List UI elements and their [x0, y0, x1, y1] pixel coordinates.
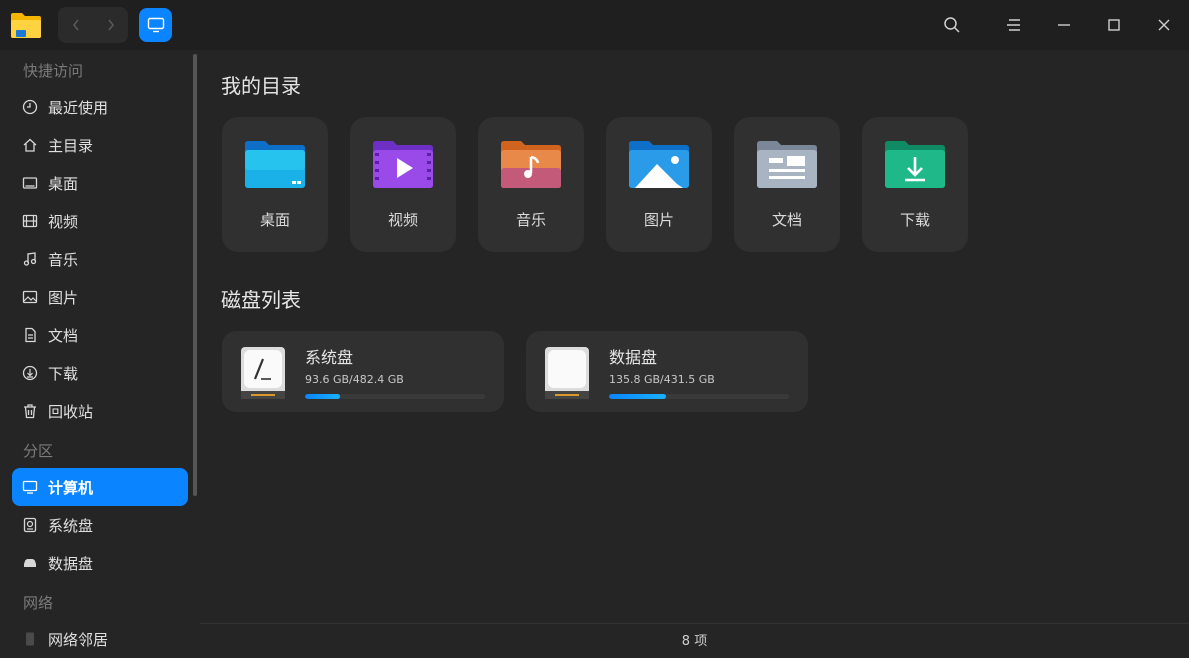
home-icon — [21, 136, 39, 154]
sidebar-item-system-disk[interactable]: 系统盘 — [12, 506, 188, 544]
sidebar-item-network-neighborhood[interactable]: 网络邻居 — [12, 620, 188, 658]
search-button[interactable] — [940, 13, 964, 37]
sidebar-item-pictures[interactable]: 图片 — [12, 278, 188, 316]
dir-tile-documents[interactable]: 文档 — [734, 117, 840, 252]
navigation-buttons — [58, 7, 128, 43]
drive-icon — [21, 554, 39, 572]
back-button[interactable] — [58, 7, 93, 43]
monitor-icon — [147, 17, 164, 33]
sidebar-item-computer[interactable]: 计算机 — [12, 468, 188, 506]
desktop-folder-icon — [245, 141, 305, 188]
data-disk-icon — [545, 347, 589, 399]
documents-folder-icon — [757, 141, 817, 188]
sidebar-item-label: 计算机 — [48, 478, 94, 497]
music-folder-icon — [501, 141, 561, 188]
disk-list-heading: 磁盘列表 — [221, 288, 301, 312]
sidebar-item-recent[interactable]: 最近使用 — [12, 88, 188, 126]
disk-usage-text: 93.6 GB/482.4 GB — [305, 373, 404, 386]
sidebar-item-documents[interactable]: 文档 — [12, 316, 188, 354]
sidebar-item-trash[interactable]: 回收站 — [12, 392, 188, 430]
menu-button[interactable] — [1002, 13, 1026, 37]
clock-icon — [21, 98, 39, 116]
sidebar-item-data-disk[interactable]: 数据盘 — [12, 544, 188, 582]
sidebar-item-label: 下载 — [48, 364, 79, 383]
system-disk-icon — [241, 347, 285, 399]
disk-usage-fill — [305, 394, 340, 399]
network-icon — [21, 630, 39, 648]
dir-tile-music[interactable]: 音乐 — [478, 117, 584, 252]
disk-icon — [21, 516, 39, 534]
chevron-left-icon — [72, 19, 79, 31]
music-icon — [21, 250, 39, 268]
partition-heading: 分区 — [23, 442, 54, 460]
sidebar-scrollbar[interactable] — [193, 54, 197, 496]
dir-tile-label: 文档 — [771, 211, 802, 229]
dir-tile-desktop[interactable]: 桌面 — [222, 117, 328, 252]
dir-tile-downloads[interactable]: 下载 — [862, 117, 968, 252]
network-heading: 网络 — [23, 594, 54, 612]
image-icon — [21, 288, 39, 306]
sidebar-item-label: 系统盘 — [48, 516, 94, 535]
computer-icon — [21, 478, 39, 496]
sidebar-item-label: 音乐 — [48, 250, 79, 269]
my-directories-heading: 我的目录 — [221, 74, 301, 98]
disk-name: 数据盘 — [609, 348, 658, 367]
sidebar-item-desktop[interactable]: 桌面 — [12, 164, 188, 202]
dir-tile-label: 视频 — [387, 211, 418, 229]
sidebar-item-label: 桌面 — [48, 174, 79, 193]
desktop-icon — [21, 174, 39, 192]
file-manager-app-icon — [11, 13, 41, 38]
close-icon — [1158, 19, 1170, 31]
disk-card-system[interactable]: 系统盘 93.6 GB/482.4 GB — [222, 331, 504, 412]
disk-usage-fill — [609, 394, 666, 399]
dir-tile-pictures[interactable]: 图片 — [606, 117, 712, 252]
sidebar-item-label: 图片 — [48, 288, 79, 307]
film-icon — [21, 212, 39, 230]
sidebar-item-label: 视频 — [48, 212, 79, 231]
maximize-button[interactable] — [1102, 13, 1126, 37]
dir-tile-label: 下载 — [899, 211, 930, 229]
title-bar — [0, 0, 1189, 50]
disk-usage-bar — [609, 394, 789, 399]
sidebar-item-home[interactable]: 主目录 — [12, 126, 188, 164]
disk-name: 系统盘 — [305, 348, 354, 367]
disk-usage-bar — [305, 394, 485, 399]
sidebar-item-videos[interactable]: 视频 — [12, 202, 188, 240]
disk-card-data[interactable]: 数据盘 135.8 GB/431.5 GB — [526, 331, 808, 412]
computer-view-button[interactable] — [139, 8, 172, 42]
item-count: 8 项 — [681, 633, 708, 649]
sidebar-item-music[interactable]: 音乐 — [12, 240, 188, 278]
sidebar-item-label: 最近使用 — [48, 98, 109, 117]
video-folder-icon — [373, 141, 433, 188]
chevron-right-icon — [107, 19, 114, 31]
downloads-folder-icon — [885, 141, 945, 188]
sidebar-item-label: 网络邻居 — [48, 630, 109, 649]
minimize-icon — [1058, 24, 1070, 26]
sidebar-item-label: 回收站 — [48, 402, 94, 421]
dir-tile-label: 图片 — [643, 211, 674, 229]
sidebar-item-label: 主目录 — [48, 136, 94, 155]
sidebar-item-label: 文档 — [48, 326, 79, 345]
close-button[interactable] — [1152, 13, 1176, 37]
dir-tile-label: 桌面 — [259, 211, 290, 229]
sidebar-item-label: 数据盘 — [48, 554, 94, 573]
maximize-icon — [1108, 19, 1120, 31]
pictures-folder-icon — [629, 141, 689, 188]
dir-tile-videos[interactable]: 视频 — [350, 117, 456, 252]
search-icon — [944, 17, 960, 33]
disk-usage-text: 135.8 GB/431.5 GB — [609, 373, 715, 386]
forward-button[interactable] — [93, 7, 128, 43]
document-icon — [21, 326, 39, 344]
status-bar: 8 项 — [200, 623, 1189, 654]
sidebar-item-downloads[interactable]: 下载 — [12, 354, 188, 392]
minimize-button[interactable] — [1052, 13, 1076, 37]
dir-tile-label: 音乐 — [515, 211, 546, 229]
hamburger-menu-icon — [1007, 19, 1020, 31]
trash-icon — [21, 402, 39, 420]
quick-access-heading: 快捷访问 — [23, 62, 84, 80]
download-icon — [21, 364, 39, 382]
